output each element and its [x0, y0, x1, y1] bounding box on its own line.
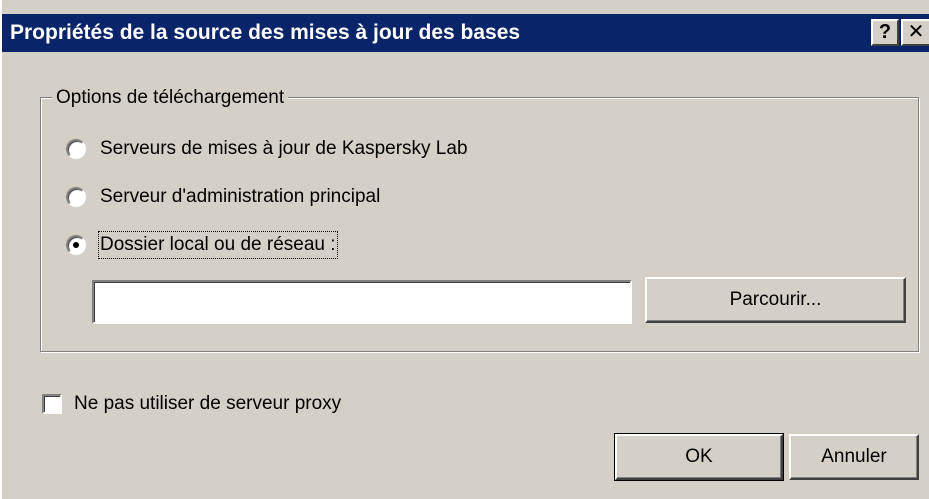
- radio-admin-server[interactable]: Serveur d'administration principal: [66, 182, 380, 212]
- help-icon: ?: [878, 21, 892, 43]
- folder-path-input[interactable]: [92, 280, 632, 324]
- title-bar[interactable]: Propriétés de la source des mises à jour…: [2, 14, 929, 52]
- radio-button[interactable]: [66, 139, 86, 159]
- no-proxy-option[interactable]: Ne pas utiliser de serveur proxy: [42, 389, 341, 419]
- radio-button-selected[interactable]: [66, 235, 86, 255]
- radio-label: Serveur d'administration principal: [100, 186, 381, 207]
- close-button[interactable]: ✕: [901, 19, 929, 46]
- help-button[interactable]: ?: [871, 19, 899, 46]
- radio-label: Dossier local ou de réseau :: [98, 231, 338, 259]
- cancel-button[interactable]: Annuler: [789, 434, 919, 480]
- download-options-legend: Options de téléchargement: [52, 86, 289, 110]
- close-icon: ✕: [907, 21, 925, 43]
- radio-button[interactable]: [66, 187, 86, 207]
- no-proxy-checkbox[interactable]: [42, 394, 62, 414]
- radio-local-or-network-folder[interactable]: Dossier local ou de réseau :: [66, 230, 338, 260]
- radio-kaspersky-servers[interactable]: Serveurs de mises à jour de Kaspersky La…: [66, 134, 468, 164]
- radio-label: Serveurs de mises à jour de Kaspersky La…: [100, 138, 468, 159]
- browse-button[interactable]: Parcourir...: [645, 277, 906, 323]
- window-title: Propriétés de la source des mises à jour…: [10, 21, 521, 44]
- update-source-properties-dialog: Propriétés de la source des mises à jour…: [0, 0, 929, 499]
- no-proxy-label: Ne pas utiliser de serveur proxy: [74, 393, 342, 414]
- ok-button[interactable]: OK: [614, 433, 784, 481]
